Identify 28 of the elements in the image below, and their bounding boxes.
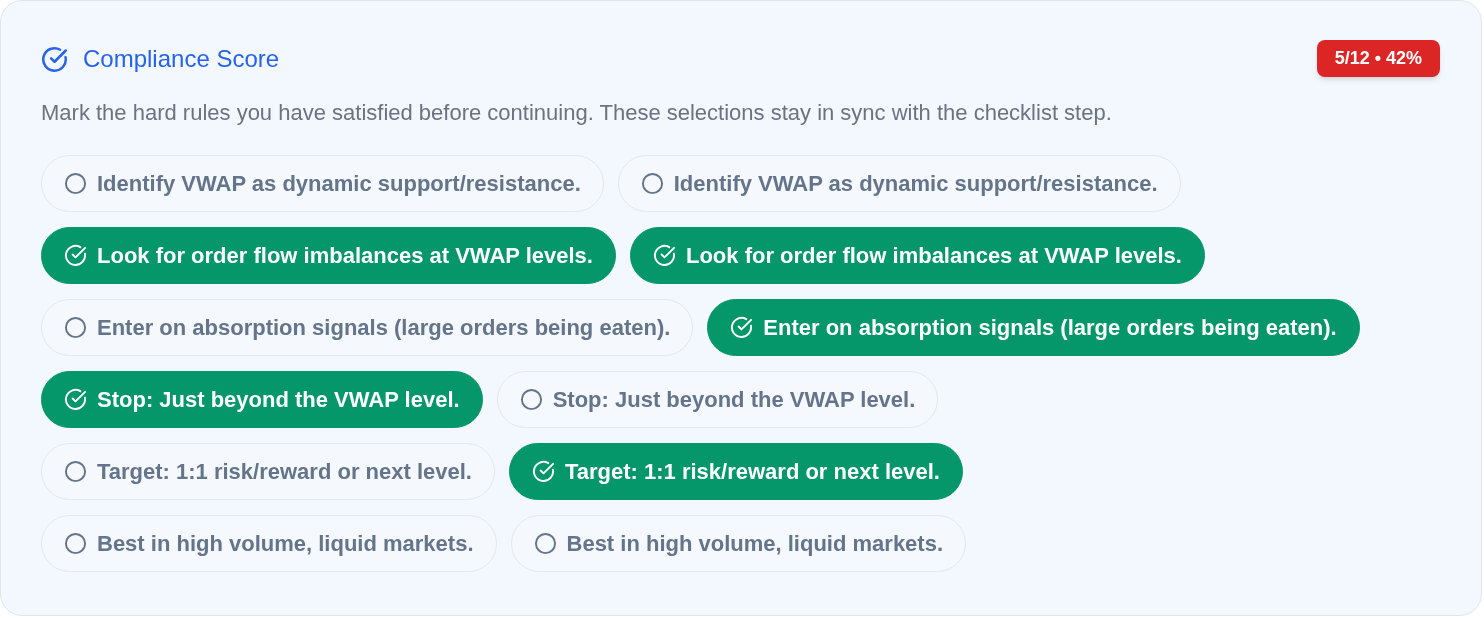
check-circle-icon bbox=[64, 244, 87, 267]
rule-toggle[interactable]: Stop: Just beyond the VWAP level. bbox=[496, 371, 939, 428]
score-badge: 5/12 • 42% bbox=[1316, 39, 1440, 77]
check-circle-icon bbox=[531, 460, 555, 483]
rule-toggle[interactable]: Best in high volume, liquid markets. bbox=[41, 515, 497, 572]
rule-toggle[interactable]: Best in high volume, liquid markets. bbox=[510, 515, 967, 572]
rule-toggle[interactable]: Look for order flow imbalances at VWAP levels. bbox=[41, 227, 616, 284]
check-circle-icon bbox=[652, 244, 676, 267]
rule-toggle[interactable]: Target: 1:1 risk/reward or next level. bbox=[41, 443, 495, 500]
check-circle-icon bbox=[41, 45, 68, 73]
circle-icon bbox=[64, 172, 87, 195]
rule-toggle[interactable]: Stop: Just beyond the VWAP level. bbox=[41, 371, 483, 428]
rule-toggle[interactable]: Target: 1:1 risk/reward or next level. bbox=[508, 443, 963, 500]
check-circle-icon bbox=[730, 316, 754, 339]
rule-toggle[interactable]: Look for order flow imbalances at VWAP levels. bbox=[629, 227, 1205, 284]
circle-icon bbox=[640, 172, 664, 195]
section-title: Compliance Score bbox=[83, 44, 280, 74]
circle-icon bbox=[533, 532, 557, 555]
circle-icon bbox=[519, 388, 543, 411]
rule-toggle[interactable]: Identify VWAP as dynamic support/resistance. bbox=[617, 155, 1181, 212]
circle-icon bbox=[64, 316, 87, 339]
description-text: Mark the hard rules you have satisfied before continuing. These selections stay in sync with the checklist step. bbox=[41, 99, 1113, 127]
rule-toggle[interactable]: Enter on absorption signals (large orders being eaten). bbox=[41, 299, 694, 356]
circle-icon bbox=[64, 532, 87, 555]
rule-toggle[interactable]: Enter on absorption signals (large orders being eaten). bbox=[707, 299, 1360, 356]
check-circle-icon bbox=[64, 388, 87, 411]
circle-icon bbox=[64, 460, 87, 483]
rule-toggle[interactable]: Identify VWAP as dynamic support/resistance. bbox=[41, 155, 604, 212]
